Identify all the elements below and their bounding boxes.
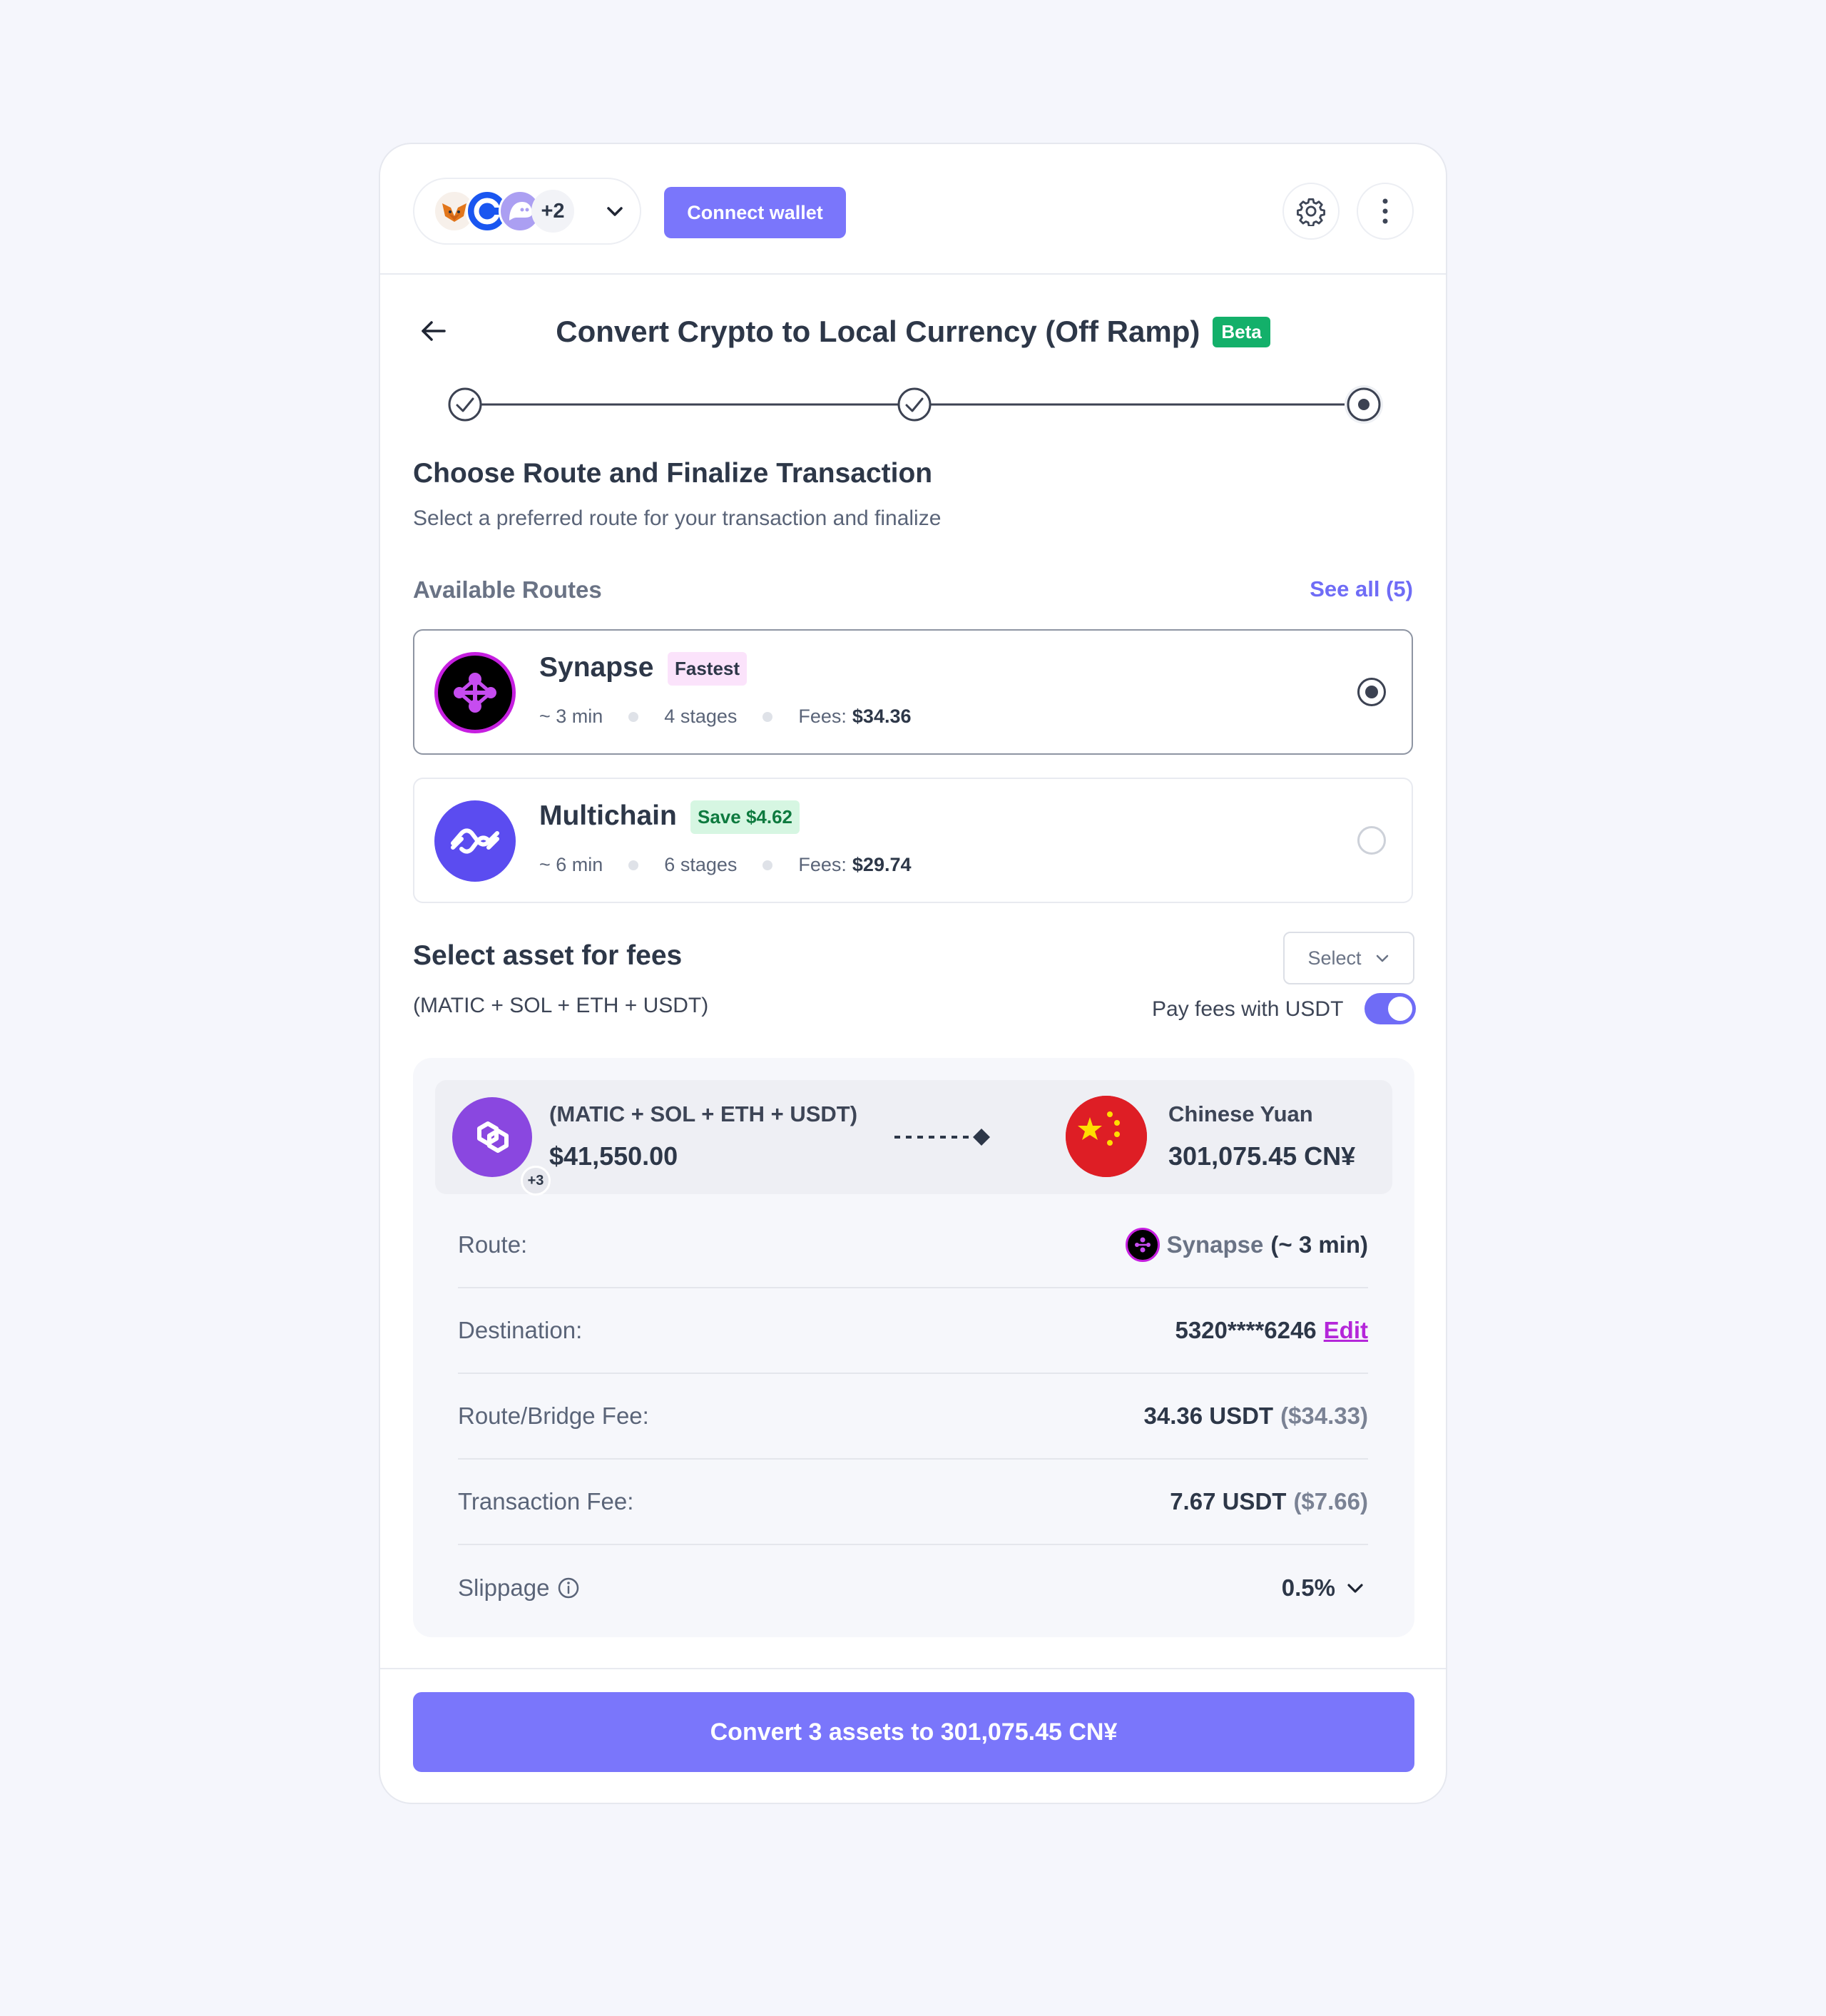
- settings-button[interactable]: [1282, 183, 1340, 240]
- synapse-icon: [1125, 1228, 1160, 1262]
- route-option-synapse[interactable]: Synapse Fastest ~ 3 min 4 stages Fees: $…: [413, 629, 1413, 755]
- connect-wallet-button[interactable]: Connect wallet: [664, 187, 846, 238]
- more-menu-button[interactable]: [1357, 183, 1414, 240]
- extra-assets-badge: +3: [521, 1166, 551, 1196]
- bridge-fee-label: Route/Bridge Fee:: [458, 1402, 649, 1429]
- fee-asset-select[interactable]: Select: [1283, 932, 1414, 984]
- polygon-token-icon: +3: [452, 1097, 551, 1196]
- chevron-down-icon: [1376, 954, 1388, 962]
- more-wallets-count: +2: [531, 190, 574, 233]
- section-subtitle: Select a preferred route for your transa…: [413, 506, 942, 530]
- edit-destination-link[interactable]: Edit: [1324, 1317, 1368, 1344]
- savings-badge: Save $4.62: [690, 800, 800, 834]
- transaction-fee-value: 7.67 USDT ($7.66): [1170, 1488, 1368, 1515]
- summary-row-destination: Destination: 5320****6246 Edit: [458, 1288, 1368, 1374]
- to-currency: Chinese Yuan: [1168, 1101, 1313, 1126]
- route-name: Synapse: [1166, 1231, 1264, 1258]
- pay-fees-toggle[interactable]: [1365, 993, 1416, 1024]
- from-assets: (MATIC + SOL + ETH + USDT): [549, 1101, 858, 1126]
- section-title: Choose Route and Finalize Transaction: [413, 458, 933, 489]
- separator-dot: [628, 860, 639, 870]
- separator-dot: [762, 860, 773, 870]
- route-meta: ~ 3 min 4 stages Fees: $34.36: [539, 706, 912, 728]
- route-option-multichain[interactable]: Multichain Save $4.62 ~ 6 min 6 stages F…: [413, 778, 1413, 903]
- bridge-fee-value: 34.36 USDT ($34.33): [1143, 1402, 1368, 1430]
- route-fees-value: $34.36: [852, 706, 912, 727]
- route-meta: ~ 6 min 6 stages Fees: $29.74: [539, 854, 912, 876]
- route-stages: 4 stages: [664, 706, 738, 727]
- summary-row-bridge-fee: Route/Bridge Fee: 34.36 USDT ($34.33): [458, 1374, 1368, 1460]
- info-icon[interactable]: [556, 1576, 581, 1600]
- footer-divider: [380, 1668, 1446, 1669]
- see-all-routes-link[interactable]: See all (5): [1310, 576, 1413, 602]
- summary-row-transaction-fee: Transaction Fee: 7.67 USDT ($7.66): [458, 1460, 1368, 1545]
- step-1-complete-icon: [448, 387, 482, 422]
- bridge-fee-usd: ($34.33): [1280, 1402, 1368, 1429]
- route-label: Route:: [458, 1231, 528, 1258]
- to-amount: 301,075.45 CN¥: [1168, 1141, 1356, 1171]
- multichain-logo-icon: [434, 800, 516, 882]
- route-time: (~ 3 min): [1270, 1231, 1368, 1258]
- beta-badge: Beta: [1213, 316, 1270, 347]
- separator-dot: [762, 711, 773, 722]
- route-radio-unselected[interactable]: [1357, 826, 1386, 855]
- route-fees-value: $29.74: [852, 854, 912, 875]
- slippage-label-group: Slippage: [458, 1574, 581, 1602]
- step-3-current-icon: [1345, 385, 1383, 424]
- bridge-fee-amount: 34.36 USDT: [1143, 1402, 1274, 1429]
- route-value: Synapse (~ 3 min): [1125, 1228, 1368, 1262]
- transaction-fee-usd: ($7.66): [1293, 1488, 1368, 1514]
- fees-asset-list: (MATIC + SOL + ETH + USDT): [413, 994, 709, 1017]
- page-title: Convert Crypto to Local Currency (Off Ra…: [556, 315, 1200, 348]
- gear-icon: [1297, 198, 1325, 226]
- fee-asset-select-value: Select: [1307, 947, 1362, 969]
- title-row: Convert Crypto to Local Currency (Off Ra…: [380, 310, 1446, 353]
- destination-value: 5320****6246 Edit: [1175, 1317, 1368, 1344]
- wallet-selector[interactable]: +2: [413, 178, 641, 245]
- conversion-overview: +3 (MATIC + SOL + ETH + USDT) $41,550.00…: [435, 1080, 1392, 1196]
- convert-button[interactable]: Convert 3 assets to 301,075.45 CN¥: [413, 1692, 1414, 1772]
- header: +2 Connect wallet: [380, 144, 1446, 275]
- from-amount: $41,550.00: [549, 1141, 678, 1171]
- kebab-menu-icon: [1382, 198, 1388, 224]
- route-fees-label: Fees:: [798, 854, 847, 875]
- slippage-value: 0.5%: [1281, 1574, 1335, 1601]
- chevron-down-icon: [1347, 1584, 1363, 1593]
- separator-dot: [628, 711, 639, 722]
- fees-asset-title: Select asset for fees: [413, 940, 683, 971]
- summary-row-slippage: Slippage 0.5%: [458, 1545, 1368, 1631]
- off-ramp-card: +2 Connect wallet Convert Crypto to Loca…: [379, 143, 1447, 1804]
- transaction-summary: +3 (MATIC + SOL + ETH + USDT) $41,550.00…: [413, 1058, 1414, 1637]
- route-time: ~ 6 min: [539, 854, 603, 875]
- step-2-complete-icon: [897, 387, 932, 422]
- conversion-arrow-icon: [894, 1129, 990, 1146]
- route-stages: 6 stages: [664, 854, 738, 875]
- synapse-logo-icon: [434, 652, 516, 733]
- destination-label: Destination:: [458, 1317, 583, 1343]
- route-name: Multichain: [539, 800, 677, 831]
- route-radio-selected[interactable]: [1357, 678, 1386, 706]
- route-time: ~ 3 min: [539, 706, 603, 727]
- summary-row-route: Route: Synapse (~ 3 min): [458, 1203, 1368, 1288]
- slippage-select[interactable]: 0.5%: [1282, 1574, 1368, 1602]
- slippage-label: Slippage: [458, 1574, 550, 1601]
- pay-fees-label: Pay fees with USDT: [1152, 997, 1344, 1021]
- transaction-fee-label: Transaction Fee:: [458, 1488, 634, 1514]
- destination-account: 5320****6246: [1175, 1317, 1317, 1343]
- fastest-badge: Fastest: [668, 652, 748, 686]
- chevron-down-icon[interactable]: [603, 200, 626, 223]
- route-fees-label: Fees:: [798, 706, 847, 727]
- available-routes-label: Available Routes: [413, 576, 602, 603]
- route-name: Synapse: [539, 652, 654, 683]
- china-flag-icon: [1066, 1096, 1147, 1177]
- transaction-fee-amount: 7.67 USDT: [1170, 1488, 1287, 1514]
- progress-stepper: [448, 385, 1383, 424]
